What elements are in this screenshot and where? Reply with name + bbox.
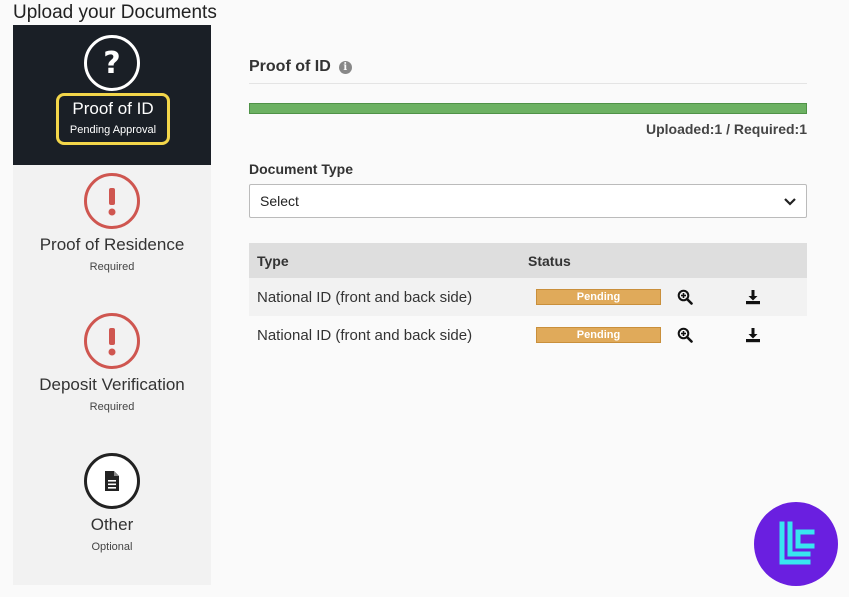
- document-type-cell: National ID (front and back side): [257, 326, 473, 344]
- upload-progress-bar: [249, 103, 807, 114]
- exclamation-icon: [84, 173, 140, 229]
- column-header-type: Type: [257, 252, 289, 269]
- sidebar-item-status: Pending Approval: [69, 124, 157, 136]
- svg-text:?: ?: [103, 46, 120, 81]
- question-icon: ?: [84, 35, 140, 91]
- upload-count: Uploaded:1 / Required:1: [645, 121, 807, 137]
- sidebar-item-label: Proof of Residence: [39, 235, 185, 254]
- page-title: Upload your Documents: [13, 2, 217, 23]
- sidebar-item-label: Proof of ID: [72, 99, 154, 118]
- document-icon: [84, 453, 140, 509]
- document-type-cell: National ID (front and back side): [257, 288, 473, 306]
- document-sidebar: ? Proof of ID Pending Approval Proof of …: [13, 25, 211, 585]
- info-icon[interactable]: i: [338, 60, 352, 74]
- status-badge: Pending: [536, 327, 661, 343]
- document-type-select[interactable]: Select: [249, 184, 807, 218]
- download-icon[interactable]: [741, 323, 765, 347]
- document-type-label: Document Type: [249, 161, 353, 177]
- column-header-status: Status: [528, 252, 571, 269]
- sidebar-item-deposit-verification[interactable]: Deposit Verification Required: [13, 305, 211, 445]
- section-title: Proof of ID: [249, 58, 331, 75]
- upload-progress-fill: [250, 104, 806, 113]
- sidebar-item-status: Required: [89, 261, 135, 273]
- documents-table: Type Status National ID (front and back …: [249, 243, 807, 354]
- sidebar-item-status: Optional: [91, 541, 133, 553]
- chevron-down-icon: [784, 194, 796, 209]
- download-icon[interactable]: [741, 285, 765, 309]
- table-row: National ID (front and back side) Pendin…: [249, 278, 807, 316]
- sidebar-item-label: Deposit Verification: [39, 375, 185, 394]
- sidebar-item-other[interactable]: Other Optional: [13, 445, 211, 585]
- sidebar-item-status: Required: [89, 401, 135, 413]
- table-row: National ID (front and back side) Pendin…: [249, 316, 807, 354]
- sidebar-item-label-box: Proof of ID Pending Approval: [56, 93, 170, 145]
- sidebar-item-proof-of-id[interactable]: ? Proof of ID Pending Approval: [13, 25, 211, 165]
- section-header: Proof of ID i: [249, 58, 352, 76]
- brand-logo: [754, 502, 838, 586]
- table-header: Type Status: [249, 243, 807, 278]
- status-badge: Pending: [536, 289, 661, 305]
- document-type-selected: Select: [260, 193, 299, 209]
- zoom-in-icon[interactable]: [673, 285, 697, 309]
- sidebar-item-proof-of-residence[interactable]: Proof of Residence Required: [13, 165, 211, 305]
- divider: [249, 83, 807, 84]
- exclamation-icon: [84, 313, 140, 369]
- zoom-in-icon[interactable]: [673, 323, 697, 347]
- sidebar-item-label: Other: [90, 515, 134, 534]
